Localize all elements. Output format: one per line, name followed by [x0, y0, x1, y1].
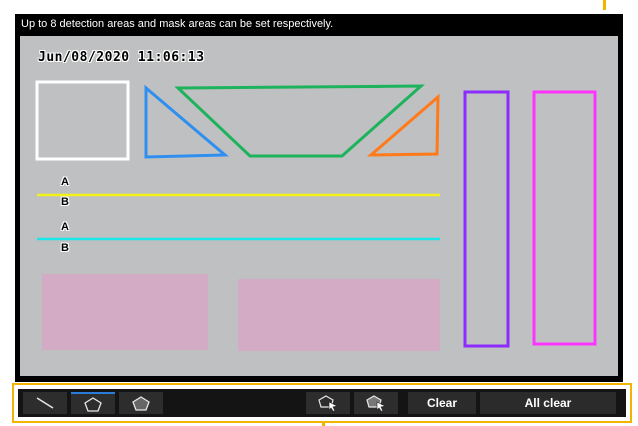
line1-a-label: A [61, 176, 69, 188]
polygon-cursor-outline-icon [318, 395, 338, 412]
select-filled-button[interactable] [354, 392, 398, 414]
detection-shapes [35, 80, 597, 348]
detection-area-square[interactable] [35, 80, 130, 161]
drawing-toolbar: Clear All clear [18, 389, 626, 417]
line1-b-label: B [61, 196, 69, 208]
timestamp-overlay: Jun/08/2020 11:06:13 [38, 50, 205, 65]
polygon-filled-tool-button[interactable] [119, 392, 163, 414]
callout-leader-top [603, 0, 606, 10]
line-tool-button[interactable] [23, 392, 67, 414]
all-clear-button[interactable]: All clear [480, 392, 616, 414]
clear-button[interactable]: Clear [408, 392, 476, 414]
detection-area-bar-magenta[interactable] [532, 90, 597, 346]
camera-view[interactable]: Jun/08/2020 11:06:13 A B A B [20, 36, 618, 376]
polygon-filled-icon [132, 396, 150, 411]
polygon-cursor-filled-icon [366, 395, 386, 412]
polygon-outline-tool-button[interactable] [71, 392, 115, 414]
polygon-outline-icon [84, 397, 102, 412]
select-outline-button[interactable] [306, 392, 350, 414]
detection-area-bar-purple[interactable] [463, 90, 510, 348]
detection-area-panel: Up to 8 detection areas and mask areas c… [15, 14, 623, 382]
line2-b-label: B [61, 242, 69, 254]
line-icon [36, 397, 54, 409]
detection-area-triangle-right[interactable] [366, 93, 440, 157]
line2-a-label: A [61, 221, 69, 233]
hint-text: Up to 8 detection areas and mask areas c… [21, 18, 334, 30]
